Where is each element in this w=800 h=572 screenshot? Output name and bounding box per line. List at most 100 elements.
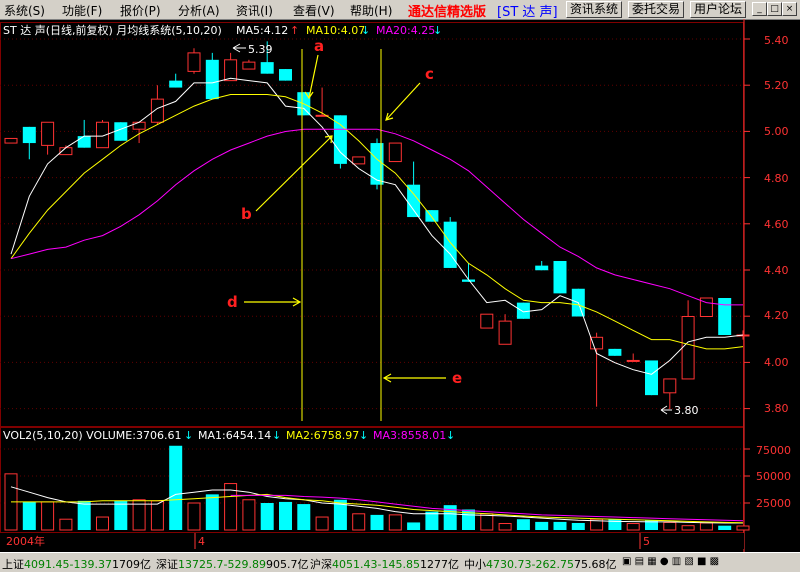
candle-body: [681, 316, 695, 380]
candle-body: [242, 61, 256, 70]
vol-ma2-label: MA2:6758.97: [286, 429, 359, 442]
candle: [22, 126, 36, 160]
price-tick: 5.20: [764, 79, 789, 92]
volume-bar: [736, 525, 750, 531]
candle-body: [4, 137, 18, 144]
candle: [114, 122, 128, 141]
volume-bar: [388, 514, 402, 531]
index-shanghai[interactable]: 上证4091.45-139.371709亿: [2, 556, 151, 572]
month-mark: 5: [643, 535, 650, 548]
menu-function[interactable]: 功能(F): [62, 2, 102, 19]
index-shenzhen[interactable]: 深证13725.7-529.89905.7亿: [156, 556, 308, 572]
candle-body: [388, 142, 402, 163]
candle: [4, 137, 18, 144]
menu-analysis[interactable]: 分析(A): [178, 2, 220, 19]
vol-ma3-arrow-icon: ↓: [446, 429, 455, 442]
candle-body: [169, 80, 183, 88]
volume-bar: [169, 445, 183, 530]
candle-body: [516, 302, 530, 319]
month-mark: 4: [198, 535, 205, 548]
annotation-b: b: [241, 205, 252, 223]
info-system-button[interactable]: 资讯系统: [566, 1, 623, 18]
candle-body: [260, 62, 274, 74]
menu-bar: 系统(S) 功能(F) 报价(P) 分析(A) 资讯(I) 查看(V) 帮助(H…: [0, 0, 800, 20]
candle: [132, 121, 146, 144]
candle: [590, 332, 604, 407]
candle: [242, 59, 256, 70]
price-tick: 4.20: [764, 309, 789, 322]
volume-bar: [41, 501, 55, 531]
menu-quote[interactable]: 报价(P): [120, 2, 161, 19]
candle: [224, 52, 238, 82]
volume-bar: [516, 519, 530, 530]
candle: [77, 119, 91, 148]
candlestick-series: [4, 41, 750, 409]
ma5-up-arrow-icon: ↑: [290, 24, 299, 37]
volume-bar: [352, 513, 366, 531]
volume-tick: 50000: [756, 470, 791, 483]
candle: [516, 302, 530, 319]
menu-help[interactable]: 帮助(H): [350, 2, 392, 19]
candle-body: [480, 313, 494, 329]
candle: [626, 353, 640, 362]
price-tick: 4.80: [764, 172, 789, 185]
year-label: 2004年: [6, 534, 45, 548]
volume-bar: [187, 502, 201, 531]
vol-ma2-arrow-icon: ↓: [359, 429, 368, 442]
candle: [388, 142, 402, 163]
ma20-down-arrow-icon: ↓: [433, 24, 442, 37]
price-tick: 5.00: [764, 125, 789, 138]
volume-bar: [59, 518, 73, 531]
menu-system[interactable]: 系统(S): [4, 2, 45, 19]
price-tick: 4.40: [764, 264, 789, 277]
candle: [315, 87, 329, 117]
candle-body: [114, 122, 128, 141]
volume-bar: [663, 521, 677, 531]
candle: [535, 261, 549, 271]
time-axis: [0, 533, 744, 549]
annotation-c: c: [425, 65, 434, 83]
candle: [187, 48, 201, 74]
volume-tick: 25000: [756, 497, 791, 510]
volume-bar: [77, 500, 91, 530]
volume-bar: [498, 523, 512, 531]
candle-body: [132, 121, 146, 130]
candle-body: [407, 184, 421, 218]
forum-button[interactable]: 用户论坛: [690, 1, 747, 18]
maximize-icon[interactable]: □: [767, 2, 782, 16]
index-hushen[interactable]: 沪深4051.43-145.851277亿: [310, 556, 459, 572]
ma20-label: MA20:4.25: [376, 24, 435, 37]
chart-frame: [0, 19, 750, 552]
volume-bar: [114, 500, 128, 530]
vol-ma1-label: MA1:6454.14: [198, 429, 271, 442]
annotation-d: d: [227, 293, 238, 311]
volume-bar: [205, 494, 219, 530]
annotation-arrows: [244, 54, 446, 383]
candle-body: [608, 348, 622, 356]
menu-view[interactable]: 查看(V): [293, 2, 335, 19]
volume-bar: [370, 514, 384, 530]
price-panel-title: ST 达 声(日线,前复权) 月均线系统(5,10,20): [3, 23, 222, 37]
status-tray-icons[interactable]: ▣ ▤ ▦ ● ▥ ▧ ■ ▩: [622, 556, 719, 567]
annotation-e: e: [452, 369, 462, 387]
minimize-icon[interactable]: _: [752, 2, 767, 16]
candle: [169, 73, 183, 88]
candle-body: [224, 59, 238, 82]
volume-bar: [407, 522, 421, 530]
volume-panel-title: VOL2(5,10,20) VOLUME:3706.61: [3, 429, 181, 442]
price-tick: 5.40: [764, 34, 789, 47]
vol-ma1-arrow-icon: ↓: [272, 429, 281, 442]
candle: [352, 156, 366, 165]
low-price-label: 3.80: [674, 404, 699, 417]
close-icon[interactable]: ×: [782, 2, 797, 16]
trade-button[interactable]: 委托交易: [628, 1, 685, 18]
candle-body: [77, 136, 91, 148]
candle: [681, 300, 695, 380]
candle: [553, 261, 567, 294]
candle-body: [352, 156, 366, 165]
menu-info[interactable]: 资讯(I): [236, 2, 273, 19]
index-sme[interactable]: 中小4730.73-262.7575.68亿: [464, 556, 616, 572]
stock-chart[interactable]: ST 达 声(日线,前复权) 月均线系统(5,10,20) MA5:4.12 ↑…: [0, 19, 800, 552]
volume-bar: [150, 500, 164, 531]
candle: [333, 115, 347, 169]
